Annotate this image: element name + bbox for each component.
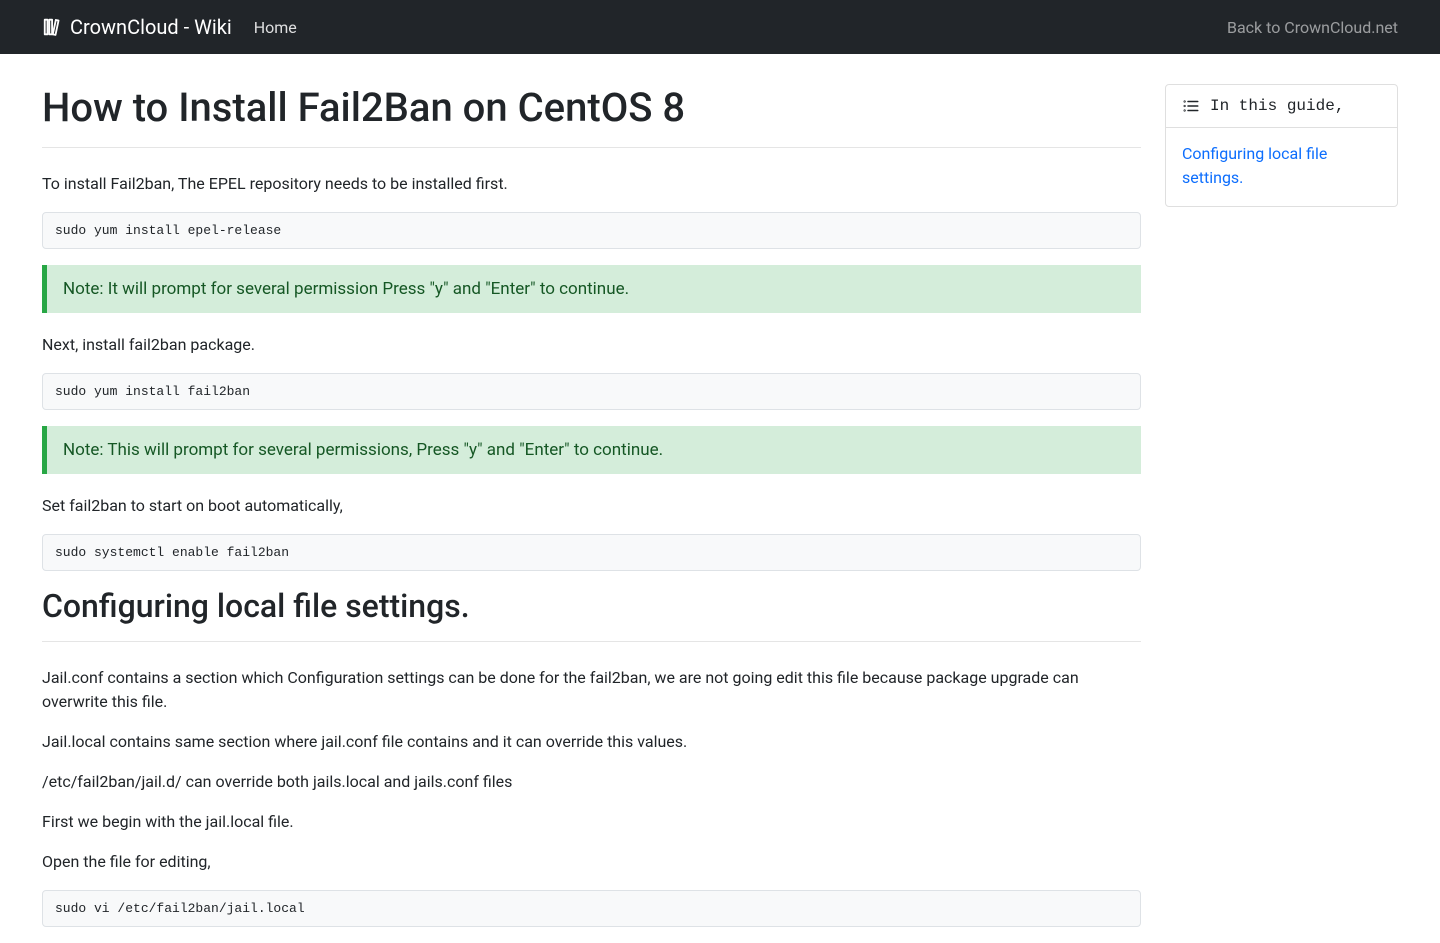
paragraph-install-fail2ban: Next, install fail2ban package. bbox=[42, 333, 1141, 357]
paragraph-open: Open the file for editing, bbox=[42, 850, 1141, 874]
page-title: How to Install Fail2Ban on CentOS 8 bbox=[42, 84, 1141, 131]
toc-sidebar: In this guide, Configuring local file se… bbox=[1165, 84, 1398, 207]
main-content: How to Install Fail2Ban on CentOS 8 To i… bbox=[42, 84, 1141, 943]
note-1: Note: It will prompt for several permiss… bbox=[42, 265, 1141, 313]
toc-header: In this guide, bbox=[1166, 85, 1397, 128]
container: How to Install Fail2Ban on CentOS 8 To i… bbox=[0, 54, 1440, 943]
section-heading-config: Configuring local file settings. bbox=[42, 587, 1141, 625]
code-block-epel: sudo yum install epel-release bbox=[42, 212, 1141, 249]
paragraph-enable: Set fail2ban to start on boot automatica… bbox=[42, 494, 1141, 518]
navbar-left: CrownCloud - Wiki Home bbox=[42, 15, 297, 39]
brand-text: CrownCloud - Wiki bbox=[70, 15, 232, 39]
nav-home[interactable]: Home bbox=[254, 18, 297, 37]
toc-link-config[interactable]: Configuring local file settings. bbox=[1182, 142, 1381, 190]
paragraph-jaild: /etc/fail2ban/jail.d/ can override both … bbox=[42, 770, 1141, 794]
paragraph-jaillocal: Jail.local contains same section where j… bbox=[42, 730, 1141, 754]
code-block-install-fail2ban: sudo yum install fail2ban bbox=[42, 373, 1141, 410]
code-block-vi: sudo vi /etc/fail2ban/jail.local bbox=[42, 890, 1141, 927]
books-icon bbox=[42, 16, 64, 38]
toc-body: Configuring local file settings. bbox=[1166, 128, 1397, 206]
section-divider bbox=[42, 641, 1141, 642]
paragraph-jailconf: Jail.conf contains a section which Confi… bbox=[42, 666, 1141, 714]
paragraph-begin: First we begin with the jail.local file. bbox=[42, 810, 1141, 834]
intro-paragraph: To install Fail2ban, The EPEL repository… bbox=[42, 172, 1141, 196]
title-divider bbox=[42, 147, 1141, 148]
navbar: CrownCloud - Wiki Home Back to CrownClou… bbox=[0, 0, 1440, 54]
code-block-enable: sudo systemctl enable fail2ban bbox=[42, 534, 1141, 571]
brand-link[interactable]: CrownCloud - Wiki bbox=[42, 15, 232, 39]
list-icon bbox=[1182, 97, 1200, 115]
note-2: Note: This will prompt for several permi… bbox=[42, 426, 1141, 474]
nav-back[interactable]: Back to CrownCloud.net bbox=[1227, 18, 1398, 37]
toc-title: In this guide, bbox=[1210, 97, 1344, 115]
